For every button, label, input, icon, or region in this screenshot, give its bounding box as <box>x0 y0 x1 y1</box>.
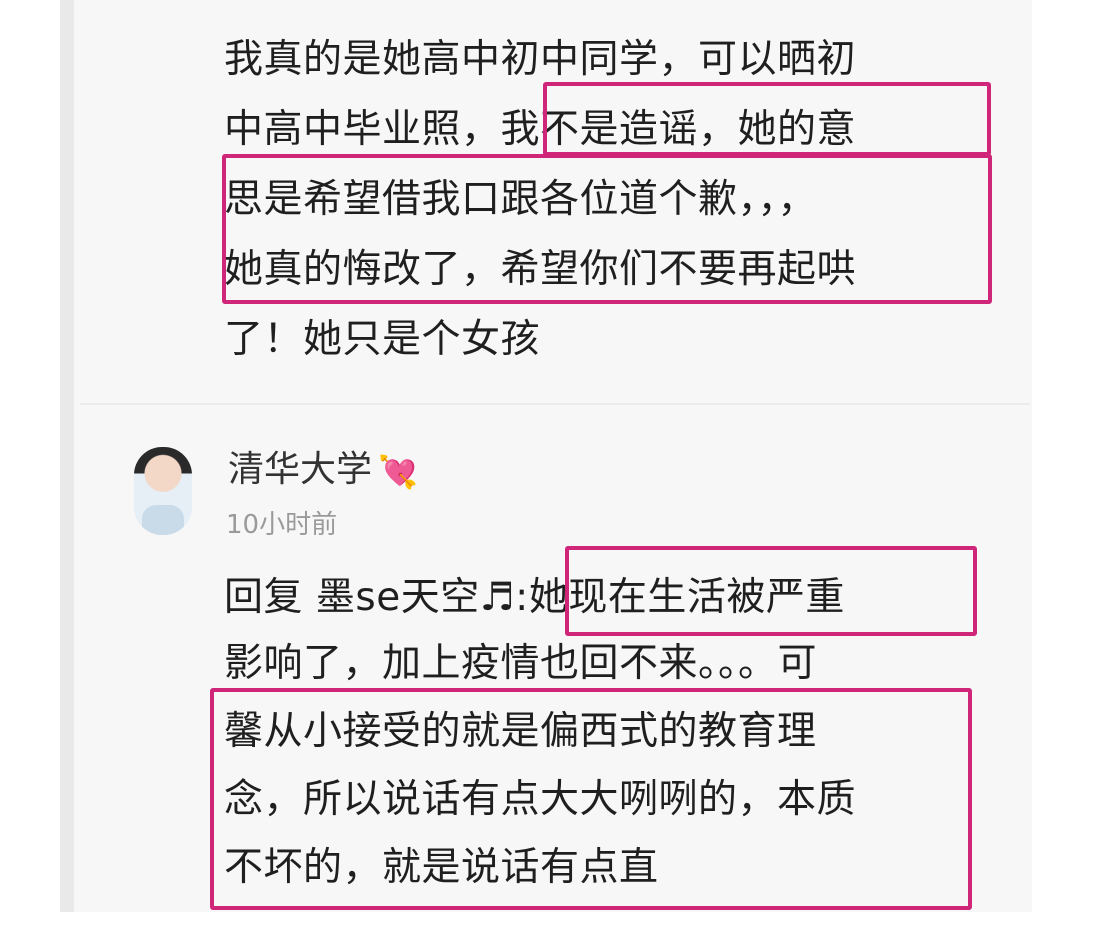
highlight-box <box>210 688 972 910</box>
divider <box>80 403 1030 405</box>
comment-line-2: 影响了，加上疫情也回不来。。。可 <box>224 641 818 686</box>
highlight-box <box>565 546 977 636</box>
highlight-box <box>222 154 992 304</box>
post-line-5: 了！她只是个女孩 <box>224 317 541 362</box>
comment-time: 10小时前 <box>226 510 338 540</box>
avatar[interactable] <box>134 447 192 535</box>
comment-username[interactable]: 清华大学 💘 <box>228 446 418 496</box>
post-line-1: 我真的是她高中初中同学，可以晒初 <box>224 37 857 82</box>
highlight-box <box>543 82 991 156</box>
left-edge-bar <box>60 0 74 912</box>
username-text[interactable]: 清华大学 <box>228 449 372 490</box>
heart-arrow-icon: 💘 <box>378 453 418 491</box>
